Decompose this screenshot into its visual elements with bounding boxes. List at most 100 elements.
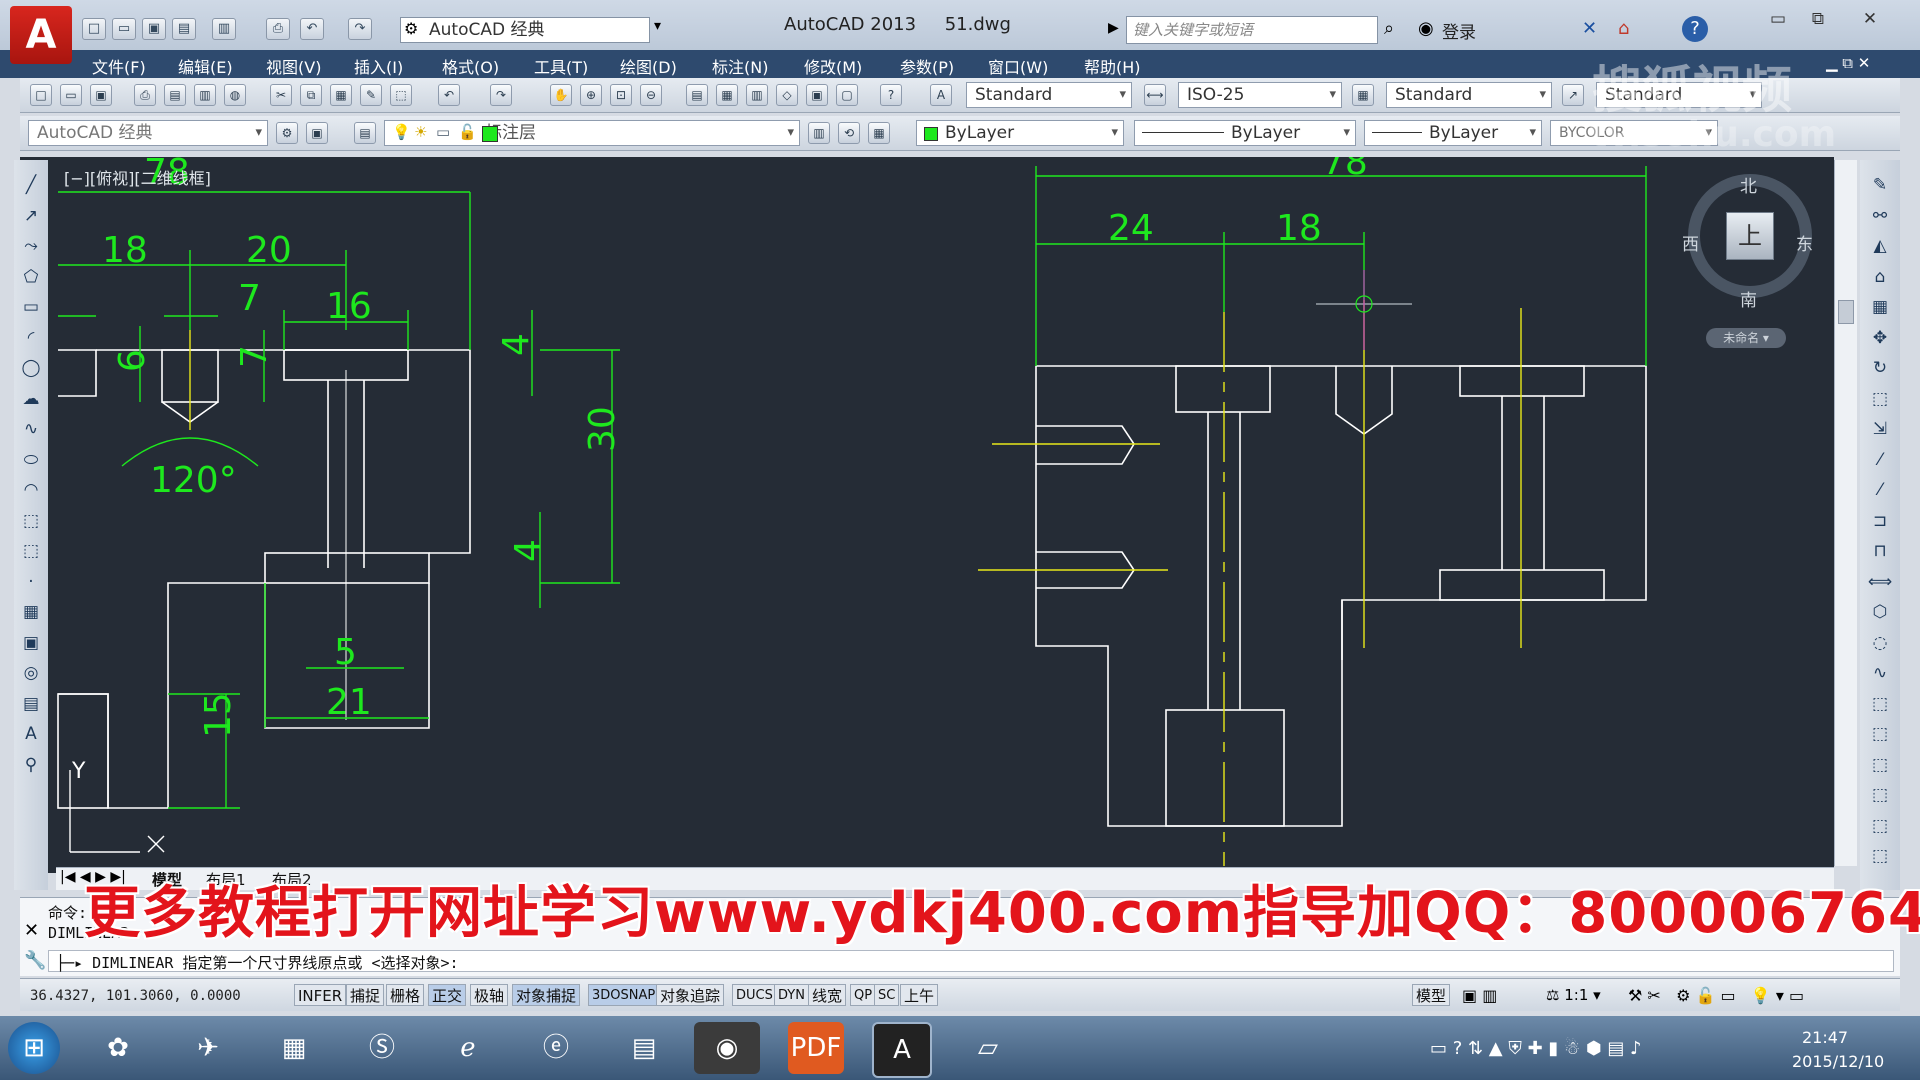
tool-palettes-icon[interactable]: ▥ bbox=[746, 84, 768, 106]
menu-window[interactable]: 窗口(W) bbox=[988, 54, 1048, 78]
menu-view[interactable]: 视图(V) bbox=[266, 54, 321, 78]
app-store-icon[interactable]: ⌂ bbox=[1618, 18, 1629, 39]
infer-toggle[interactable]: INFER bbox=[294, 984, 347, 1006]
make-current-icon[interactable]: ▥ bbox=[808, 122, 830, 144]
restore-button[interactable]: ⧉ bbox=[1798, 6, 1838, 32]
menu-modify[interactable]: 修改(M) bbox=[804, 54, 862, 78]
undo-toolbar-icon[interactable]: ↶ bbox=[438, 84, 460, 106]
system-tray-icons[interactable]: ▭ ? ⇅ ▲ ⛨ ✚ ▮ ☃ ⬢ ▤ ♪ bbox=[1430, 1038, 1642, 1059]
block-editor-icon[interactable]: ⬚ bbox=[390, 84, 412, 106]
close-button[interactable]: ✕ bbox=[1850, 6, 1890, 32]
workspace-selector[interactable]: AutoCAD 经典 bbox=[400, 17, 650, 43]
search-expand-icon[interactable]: ▶ bbox=[1108, 20, 1119, 36]
preview-icon[interactable]: ▤ bbox=[164, 84, 186, 106]
copy-icon[interactable]: ⧉ bbox=[300, 84, 322, 106]
text-style-icon[interactable]: A bbox=[930, 84, 952, 106]
plot-icon[interactable]: ⎙ bbox=[134, 84, 156, 106]
qp-toggle[interactable]: QP bbox=[850, 984, 877, 1006]
wcs-menu[interactable]: 未命名 ▾ bbox=[1706, 328, 1786, 348]
minimize-button[interactable]: ▭ bbox=[1758, 6, 1798, 32]
menu-tools[interactable]: 工具(T) bbox=[534, 54, 588, 78]
exchange-icon[interactable]: ✕ bbox=[1582, 18, 1597, 39]
menu-edit[interactable]: 编辑(E) bbox=[178, 54, 233, 78]
workspace-save-icon[interactable]: ▣ bbox=[306, 122, 328, 144]
compass-north[interactable]: 北 bbox=[1740, 172, 1757, 197]
save-as-icon[interactable]: ▤ bbox=[172, 18, 196, 40]
bird-app-icon[interactable]: ✈ bbox=[180, 1022, 236, 1074]
menu-format[interactable]: 格式(O) bbox=[442, 54, 499, 78]
design-center-icon[interactable]: ▦ bbox=[716, 84, 738, 106]
ducs-toggle[interactable]: DUCS bbox=[732, 984, 777, 1006]
paste-icon[interactable]: ▦ bbox=[330, 84, 352, 106]
new-file-icon[interactable]: □ bbox=[82, 18, 106, 40]
command-close-icon[interactable]: ✕ bbox=[24, 920, 39, 941]
compass-south[interactable]: 南 bbox=[1740, 286, 1757, 311]
print-icon[interactable]: ⎙ bbox=[266, 18, 290, 40]
redo-toolbar-icon[interactable]: ↷ bbox=[490, 84, 512, 106]
menu-parametric[interactable]: 参数(P) bbox=[900, 54, 954, 78]
table-style-combo[interactable]: Standard bbox=[1386, 82, 1552, 108]
window-app-icon[interactable]: ▦ bbox=[266, 1022, 322, 1074]
colorful-app-icon[interactable]: ✿ bbox=[90, 1022, 146, 1074]
pdf-app-icon[interactable]: PDF bbox=[788, 1022, 844, 1074]
compass-west[interactable]: 西 bbox=[1682, 230, 1699, 255]
clock-date[interactable]: 2015/12/10 bbox=[1792, 1052, 1884, 1071]
s-app-icon[interactable]: Ⓢ bbox=[354, 1022, 410, 1074]
green-app-icon[interactable]: ▱ bbox=[960, 1022, 1016, 1074]
lightbulb-icon[interactable]: 💡 bbox=[392, 123, 411, 141]
linetype-combo[interactable]: ByLayer bbox=[1134, 120, 1356, 146]
osnap-toggle[interactable]: 对象捕捉 bbox=[512, 984, 581, 1006]
am-toggle[interactable]: 上午 bbox=[900, 984, 939, 1006]
calculator-icon[interactable]: ▢ bbox=[836, 84, 858, 106]
snap-toggle[interactable]: 捕捉 bbox=[346, 984, 385, 1006]
quick-access-dropdown-icon[interactable]: ▾ bbox=[654, 18, 661, 34]
publish-toolbar-icon[interactable]: ▥ bbox=[194, 84, 216, 106]
media-thumb-icon[interactable]: ◉ bbox=[694, 1022, 760, 1074]
command-customize-icon[interactable]: 🔧 bbox=[24, 950, 46, 971]
annotation-scale[interactable]: ⚖ 1:1 ▾ bbox=[1546, 986, 1601, 1004]
zoom-window-icon[interactable]: ⊡ bbox=[610, 84, 632, 106]
compass-east[interactable]: 东 bbox=[1796, 230, 1813, 255]
draw-tool-icons[interactable]: ╱ ↗ ⤳ ⬠ ▭ ◜ ◯ ☁ ∿ ⬭ ◠ ⬚ ⬚ · ▦ ▣ ◎ ▤ A ⚲ bbox=[18, 170, 44, 780]
ie-alt-icon[interactable]: ⓔ bbox=[528, 1022, 584, 1074]
menu-help[interactable]: 帮助(H) bbox=[1084, 54, 1141, 78]
coordinate-readout[interactable]: 36.4327, 101.3060, 0.0000 bbox=[30, 988, 241, 1004]
dim-style-combo[interactable]: ISO-25 bbox=[1178, 82, 1342, 108]
grid-toggle[interactable]: 栅格 bbox=[386, 984, 425, 1006]
help-icon[interactable]: ? bbox=[1682, 16, 1708, 42]
sheet-set-icon[interactable]: ◇ bbox=[776, 84, 798, 106]
doc-window-controls[interactable]: ▁ ⧉ ✕ bbox=[1826, 54, 1870, 72]
vertical-scroll-thumb[interactable] bbox=[1838, 300, 1854, 324]
3dosnap-toggle[interactable]: 3DOSNAP bbox=[588, 984, 660, 1006]
start-button-icon[interactable]: ⊞ bbox=[8, 1022, 60, 1074]
menu-insert[interactable]: 插入(I) bbox=[354, 54, 403, 78]
login-link[interactable]: 登录 bbox=[1442, 18, 1476, 43]
zoom-realtime-icon[interactable]: ⊕ bbox=[580, 84, 602, 106]
viewport-freeze-icon[interactable]: ▭ bbox=[436, 123, 450, 141]
vertical-scrollbar[interactable] bbox=[1834, 160, 1857, 866]
color-combo[interactable]: ByLayer bbox=[916, 120, 1124, 146]
layout-icons[interactable]: ▣ ▥ bbox=[1462, 986, 1497, 1005]
menu-draw[interactable]: 绘图(D) bbox=[620, 54, 677, 78]
ie-browser-icon[interactable]: ℯ bbox=[440, 1022, 496, 1074]
application-menu-button[interactable]: A bbox=[10, 6, 72, 64]
sun-icon[interactable]: ☀ bbox=[414, 123, 427, 141]
otrack-toggle[interactable]: 对象追踪 bbox=[656, 984, 725, 1006]
menu-dimension[interactable]: 标注(N) bbox=[712, 54, 768, 78]
viewport-controls[interactable]: [−][俯视][二维线框] bbox=[64, 165, 211, 189]
redo-icon[interactable]: ↷ bbox=[348, 18, 372, 40]
mleader-style-icon[interactable]: ↗ bbox=[1562, 84, 1584, 106]
layer-state-icon[interactable]: ▦ bbox=[868, 122, 890, 144]
save-toolbar-icon[interactable]: ▣ bbox=[90, 84, 112, 106]
menu-file[interactable]: 文件(F) bbox=[92, 54, 146, 78]
open-file-icon[interactable]: ▭ bbox=[112, 18, 136, 40]
workspace-combo[interactable]: AutoCAD 经典 bbox=[28, 120, 268, 146]
clock-time[interactable]: 21:47 bbox=[1802, 1028, 1848, 1047]
layer-previous-icon[interactable]: ⟲ bbox=[838, 122, 860, 144]
layer-manager-icon[interactable]: ▤ bbox=[354, 122, 376, 144]
binoculars-icon[interactable]: ⌕ bbox=[1384, 18, 1394, 39]
cut-icon[interactable]: ✂ bbox=[270, 84, 292, 106]
sc-toggle[interactable]: SC bbox=[874, 984, 900, 1006]
open-icon[interactable]: ▭ bbox=[60, 84, 82, 106]
save-icon[interactable]: ▣ bbox=[142, 18, 166, 40]
